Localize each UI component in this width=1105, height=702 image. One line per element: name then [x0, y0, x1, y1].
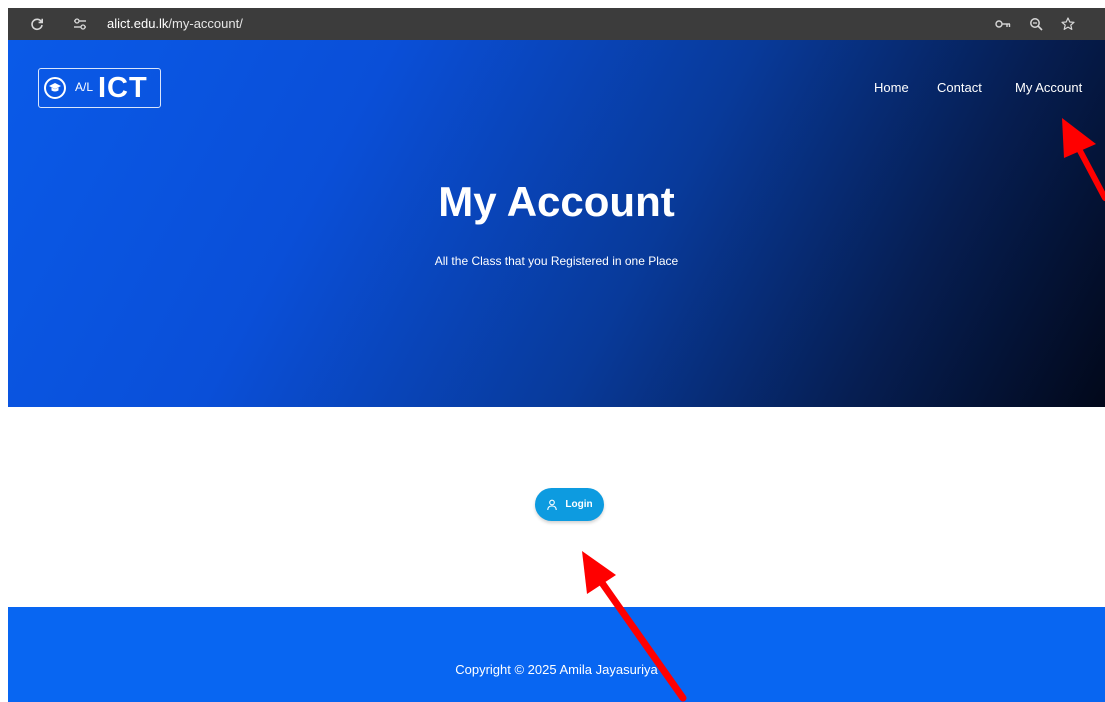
user-icon: [547, 499, 558, 510]
nav-home[interactable]: Home: [874, 80, 909, 95]
graduation-cap-icon: [44, 77, 66, 99]
login-label: Login: [565, 499, 593, 510]
bookmark-star-icon[interactable]: [1058, 8, 1078, 40]
nav-my-account[interactable]: My Account: [1015, 80, 1082, 95]
page-subtitle: All the Class that you Registered in one…: [434, 254, 679, 268]
login-button[interactable]: Login: [535, 488, 604, 521]
reload-icon[interactable]: [28, 8, 46, 40]
site-footer: Copyright © 2025 Amila Jayasuriya: [8, 607, 1105, 702]
logo-name: ICT: [98, 72, 148, 104]
browser-address-bar: alict.edu.lk/my-account/: [8, 8, 1105, 40]
url-field[interactable]: alict.edu.lk/my-account/: [107, 8, 243, 40]
copyright-text: Copyright © 2025 Amila Jayasuriya: [455, 662, 658, 677]
hero-banner: A/L ICT Home Contact My Account My Accou…: [8, 40, 1105, 407]
nav-contact[interactable]: Contact: [937, 80, 982, 95]
page-title: My Account: [438, 178, 675, 225]
password-key-icon[interactable]: [993, 8, 1013, 40]
site-settings-icon[interactable]: [70, 8, 90, 40]
logo-prefix: A/L: [75, 80, 94, 94]
url-host: alict.edu.lk: [107, 16, 169, 31]
url-path: /my-account/: [168, 16, 243, 31]
zoom-icon[interactable]: [1026, 8, 1046, 40]
site-logo[interactable]: A/L ICT: [38, 68, 161, 108]
